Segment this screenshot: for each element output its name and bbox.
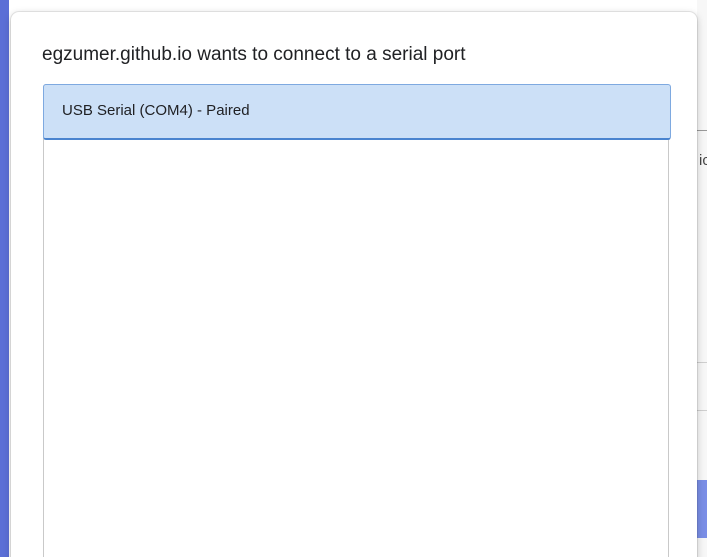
background-divider xyxy=(697,130,707,131)
dialog-title: egzumer.github.io wants to connect to a … xyxy=(42,44,466,65)
device-item-usb-serial-com4[interactable]: USB Serial (COM4) - Paired xyxy=(43,84,671,140)
page-accent-bar xyxy=(0,0,9,557)
background-divider xyxy=(697,362,707,363)
device-item-label: USB Serial (COM4) - Paired xyxy=(62,102,250,119)
background-divider xyxy=(697,410,707,411)
serial-device-list[interactable]: USB Serial (COM4) - Paired xyxy=(43,84,671,557)
background-text-fragment: ic xyxy=(699,152,707,169)
browser-viewport: ic egzumer.github.io wants to connect to… xyxy=(0,0,707,557)
background-page-fragment xyxy=(697,0,707,557)
background-button-fragment xyxy=(697,480,707,538)
serial-port-permission-dialog: egzumer.github.io wants to connect to a … xyxy=(11,12,697,557)
